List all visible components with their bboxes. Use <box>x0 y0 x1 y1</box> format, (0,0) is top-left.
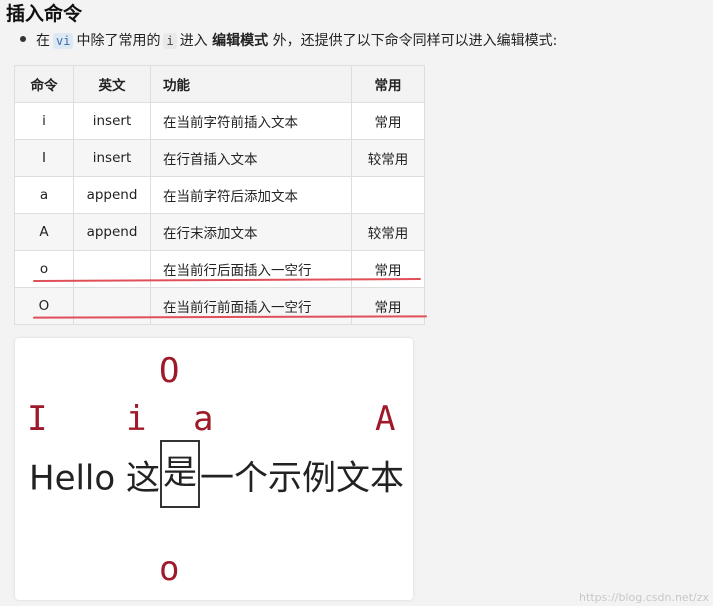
cell-command: i <box>14 102 74 140</box>
table-row: A append 在行末添加文本 较常用 <box>14 213 425 251</box>
cursor-box: 是 <box>160 440 200 508</box>
cell-english: insert <box>73 139 151 177</box>
intro-text-3: 进入 <box>179 33 208 49</box>
cell-common: 较常用 <box>351 213 425 251</box>
table-row: a append 在当前字符后添加文本 <box>14 176 425 214</box>
cell-english: insert <box>73 102 151 140</box>
cell-command: O <box>14 287 74 325</box>
cell-function: 在行末添加文本 <box>150 213 352 251</box>
table-row: O 在当前行前面插入一空行 常用 <box>14 287 425 325</box>
label-I-line-start: I <box>27 399 48 439</box>
cell-command: I <box>14 139 74 177</box>
cell-function: 在当前行后面插入一空行 <box>150 250 352 288</box>
inline-code-i: i <box>163 33 177 49</box>
insert-command-table: 命令 英文 功能 常用 i insert 在当前字符前插入文本 常用 I ins… <box>14 65 425 325</box>
label-o-below: o <box>159 549 180 589</box>
cell-function: 在当前字符前插入文本 <box>150 102 352 140</box>
cell-common: 常用 <box>351 102 425 140</box>
intro-text-1: 在 <box>36 33 50 49</box>
cell-common <box>351 176 425 214</box>
cell-function: 在当前字符后添加文本 <box>150 176 352 214</box>
table-row: i insert 在当前字符前插入文本 常用 <box>14 102 425 140</box>
cell-common: 常用 <box>351 250 425 288</box>
header-common: 常用 <box>351 65 425 103</box>
table-row: o 在当前行后面插入一空行 常用 <box>14 250 425 288</box>
sample-text-after: 一个示例文本 <box>200 458 404 499</box>
label-O-above: O <box>159 351 180 391</box>
cell-english: append <box>73 213 151 251</box>
label-a-after-cursor: a <box>193 399 214 439</box>
intro-paragraph: 在 vi 中除了常用的 i 进入 编辑模式 外，还提供了以下命令同样可以进入编辑模式: <box>20 31 557 51</box>
header-command: 命令 <box>14 65 74 103</box>
cell-common: 较常用 <box>351 139 425 177</box>
intro-text-4: 外，还提供了以下命令同样可以进入编辑模式: <box>272 33 558 49</box>
watermark: https://blog.csdn.net/zx <box>579 591 709 604</box>
intro-bold-edit-mode: 编辑模式 <box>212 33 269 49</box>
header-english: 英文 <box>73 65 151 103</box>
cell-function: 在行首插入文本 <box>150 139 352 177</box>
cell-english <box>73 250 151 288</box>
table-row: I insert 在行首插入文本 较常用 <box>14 139 425 177</box>
page-title: 插入命令 <box>6 3 83 25</box>
intro-text-2: 中除了常用的 <box>76 33 161 49</box>
label-A-line-end: A <box>375 399 396 439</box>
sample-text-line: Hello 这是一个示例文本 <box>29 440 404 514</box>
sample-text-before: Hello 这 <box>29 458 160 499</box>
cell-command: a <box>14 176 74 214</box>
cell-command: A <box>14 213 74 251</box>
label-i-before-cursor: i <box>126 399 147 439</box>
cell-common: 常用 <box>351 287 425 325</box>
table-header-row: 命令 英文 功能 常用 <box>14 65 425 103</box>
inline-code-vi: vi <box>53 33 74 49</box>
bullet-icon <box>20 36 26 42</box>
cell-english <box>73 287 151 325</box>
header-function: 功能 <box>150 65 352 103</box>
cell-english: append <box>73 176 151 214</box>
cell-function: 在当前行前面插入一空行 <box>150 287 352 325</box>
insert-position-illustration: O I i a A Hello 这是一个示例文本 o <box>15 338 413 600</box>
